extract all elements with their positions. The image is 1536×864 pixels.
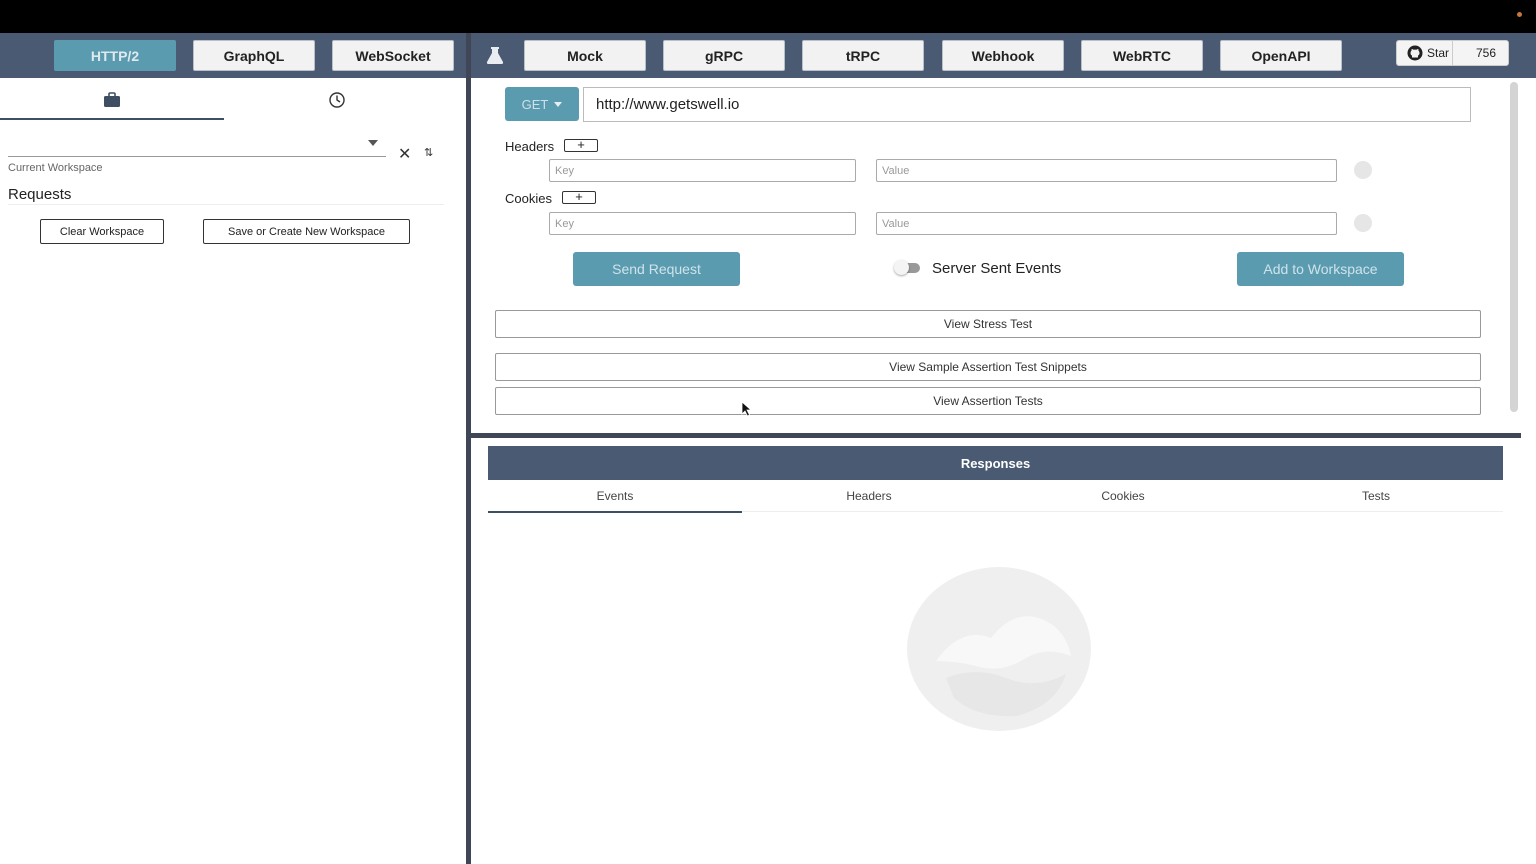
sort-icon[interactable]: ⇅ — [424, 146, 433, 159]
mouse-cursor-icon — [741, 401, 753, 417]
tab-http2[interactable]: HTTP/2 — [54, 40, 176, 71]
horizontal-pane-divider[interactable] — [471, 433, 1521, 438]
cookie-key-input[interactable] — [549, 212, 856, 235]
response-tab-headers[interactable]: Headers — [742, 489, 996, 503]
workspace-label: Current Workspace — [8, 162, 103, 174]
header-key-input[interactable] — [549, 159, 856, 182]
response-tab-tests[interactable]: Tests — [1249, 489, 1503, 503]
response-tab-events[interactable]: Events — [488, 489, 742, 503]
window-titlebar — [0, 0, 1536, 33]
view-stress-test-button[interactable]: View Stress Test — [495, 310, 1481, 338]
swell-logo-icon — [907, 567, 1091, 731]
chevron-down-icon[interactable] — [368, 140, 378, 146]
view-assertion-tests-button[interactable]: View Assertion Tests — [495, 387, 1481, 415]
star-divider — [1452, 41, 1453, 65]
github-star-button[interactable]: Star 756 — [1396, 40, 1509, 66]
tab-openapi[interactable]: OpenAPI — [1220, 40, 1342, 71]
tab-websocket[interactable]: WebSocket — [332, 40, 454, 71]
response-tab-cookies[interactable]: Cookies — [996, 489, 1250, 503]
vertical-pane-divider[interactable] — [466, 33, 471, 864]
chevron-down-icon — [554, 101, 563, 107]
flask-icon[interactable] — [484, 44, 506, 66]
scrollbar[interactable] — [1510, 82, 1518, 412]
headers-label: Headers — [505, 139, 555, 154]
status-dot — [1517, 12, 1522, 17]
add-to-workspace-button[interactable]: Add to Workspace — [1237, 252, 1404, 286]
method-label: GET — [521, 96, 549, 112]
sse-toggle[interactable] — [894, 260, 920, 275]
method-select[interactable]: GET — [505, 87, 579, 121]
responses-header: Responses — [488, 446, 1503, 480]
response-tab-indicator — [488, 511, 742, 513]
send-request-button[interactable]: Send Request — [573, 252, 740, 286]
history-icon[interactable] — [327, 90, 347, 110]
view-snippets-button[interactable]: View Sample Assertion Test Snippets — [495, 353, 1481, 381]
save-workspace-button[interactable]: Save or Create New Workspace — [203, 219, 410, 244]
cookie-value-input[interactable] — [876, 212, 1337, 235]
sse-toggle-knob — [894, 260, 909, 275]
tab-graphql[interactable]: GraphQL — [193, 40, 315, 71]
requests-divider — [8, 204, 444, 205]
workspace-select[interactable] — [8, 134, 386, 157]
sidebar-tab-indicator — [0, 118, 224, 120]
header-remove-toggle[interactable] — [1354, 161, 1372, 179]
cookie-remove-toggle[interactable] — [1354, 214, 1372, 232]
header-value-input[interactable] — [876, 159, 1337, 182]
cookies-label: Cookies — [505, 191, 552, 206]
sse-label: Server Sent Events — [932, 260, 1062, 277]
tab-trpc[interactable]: tRPC — [802, 40, 924, 71]
tab-mock[interactable]: Mock — [524, 40, 646, 71]
tab-webrtc[interactable]: WebRTC — [1081, 40, 1203, 71]
star-label: Star — [1427, 46, 1450, 60]
close-icon[interactable]: ✕ — [398, 144, 411, 164]
tab-grpc[interactable]: gRPC — [663, 40, 785, 71]
tab-webhook[interactable]: Webhook — [942, 40, 1064, 71]
github-icon — [1407, 45, 1423, 61]
url-input[interactable] — [583, 87, 1471, 122]
clear-workspace-button[interactable]: Clear Workspace — [40, 219, 164, 244]
star-count: 756 — [1475, 46, 1496, 60]
add-cookie-button[interactable]: + — [562, 190, 596, 204]
requests-heading: Requests — [8, 186, 72, 203]
briefcase-icon[interactable] — [102, 90, 122, 110]
add-header-button[interactable]: + — [564, 138, 598, 152]
